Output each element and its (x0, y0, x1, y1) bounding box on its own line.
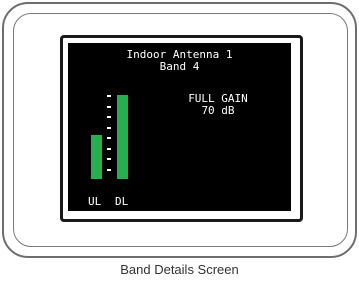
ul-level-bar (91, 135, 102, 179)
meter-tick (107, 158, 111, 160)
meter-tick (107, 116, 111, 118)
dl-level-bar (117, 95, 128, 179)
gain-value: 70 dB (201, 104, 235, 117)
caption: Band Details Screen (120, 262, 239, 277)
meter-tick (107, 126, 111, 129)
meter-tick (107, 168, 111, 171)
meter-tick (107, 95, 111, 97)
meter-tick (107, 137, 111, 139)
dl-label: DL (115, 195, 129, 208)
band-name: Band 4 (159, 60, 200, 73)
meter-tick (107, 105, 111, 108)
ul-label: UL (88, 195, 102, 208)
lcd-screen: Indoor Antenna 1 Band 4 FULL GAIN 70 dB … (68, 43, 291, 211)
meter-tick (107, 147, 111, 150)
